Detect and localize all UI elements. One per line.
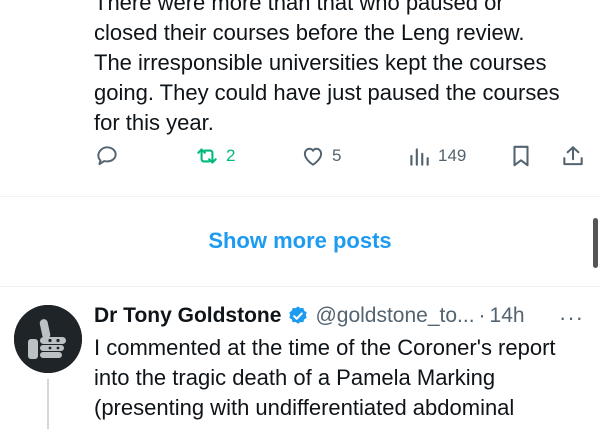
heart-icon xyxy=(303,147,323,166)
thread-line xyxy=(47,379,49,429)
more-icon[interactable]: ··· xyxy=(559,305,584,331)
bookmark-icon xyxy=(513,145,529,167)
post-text-line: going. They could have just paused the c… xyxy=(94,80,560,105)
post-text-line: (presenting with undifferentiated abdomi… xyxy=(94,395,515,420)
scrollbar[interactable] xyxy=(593,218,598,268)
post-text-line: for this year. xyxy=(94,110,214,135)
post-header: Dr Tony Goldstone @goldstone_to... · 14h xyxy=(94,301,594,331)
avatar[interactable] xyxy=(14,305,82,373)
repost-count: 2 xyxy=(226,146,236,165)
show-more-posts-label: Show more posts xyxy=(208,228,392,253)
share-button[interactable] xyxy=(560,140,586,172)
verified-badge-icon xyxy=(289,306,308,324)
post-text-line: There were more than that who paused or xyxy=(94,0,504,15)
post-reply[interactable]: Dr Tony Goldstone @goldstone_to... · 14h… xyxy=(0,287,600,429)
bookmark-button[interactable] xyxy=(508,140,534,172)
thumbs-up-xray-avatar-image xyxy=(14,305,82,373)
post-text-line: into the tragic death of a Pamela Markin… xyxy=(94,365,496,390)
views-icon xyxy=(410,148,429,166)
retweet-icon xyxy=(197,148,217,164)
post-action-bar: 2 5 149 xyxy=(94,140,588,172)
share-icon xyxy=(563,146,583,166)
views-count: 149 xyxy=(438,146,467,165)
post-text: There were more than that who paused or … xyxy=(94,0,594,138)
post-text-line: I commented at the time of the Coroner's… xyxy=(94,335,556,360)
post-text: I commented at the time of the Coroner's… xyxy=(94,333,594,423)
separator-dot: · xyxy=(478,304,486,327)
show-more-posts-button[interactable]: Show more posts xyxy=(0,196,600,286)
post-preceding[interactable]: There were more than that who paused or … xyxy=(0,0,600,196)
reply-icon xyxy=(97,146,117,166)
like-count: 5 xyxy=(332,146,342,165)
author-handle[interactable]: @goldstone_to... xyxy=(315,304,474,328)
post-text-line: The irresponsible universities kept the … xyxy=(94,50,547,75)
views-button[interactable]: 149 xyxy=(406,140,466,172)
like-button[interactable]: 5 xyxy=(300,140,341,172)
post-text-line: closed their courses before the Leng rev… xyxy=(94,20,525,45)
reply-button[interactable] xyxy=(94,140,120,172)
post-timestamp[interactable]: 14h xyxy=(490,304,525,328)
repost-button[interactable]: 2 xyxy=(194,140,235,172)
author-name[interactable]: Dr Tony Goldstone xyxy=(94,304,281,328)
